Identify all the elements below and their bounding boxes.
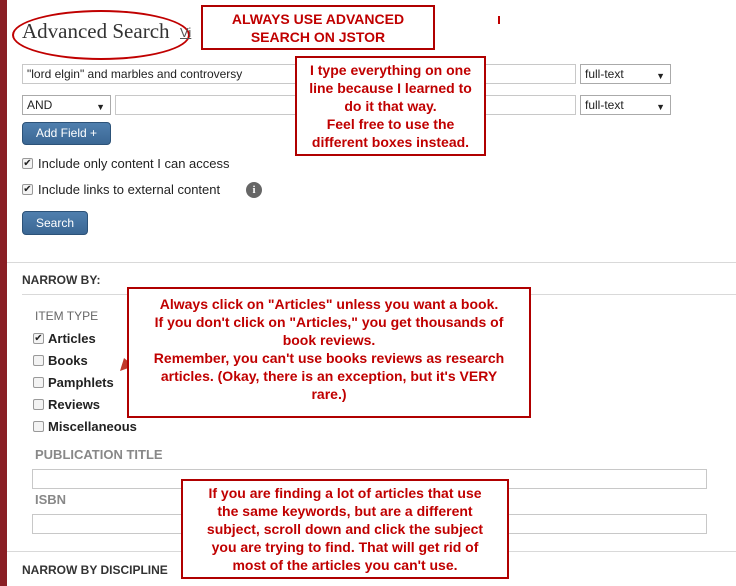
item-type-label-articles: Articles — [48, 331, 96, 346]
item-type-heading: ITEM TYPE — [35, 309, 99, 323]
field-select-1[interactable]: full-text ▼ — [580, 64, 671, 84]
chevron-down-icon: ▼ — [96, 102, 105, 112]
include-external-label: Include links to external content — [38, 182, 221, 197]
note-line: rare.) — [311, 386, 347, 402]
operator-select[interactable]: AND ▼ — [22, 95, 111, 115]
note-line: line because I learned to — [309, 80, 472, 96]
note-keywords: If you are finding a lot of articles tha… — [181, 479, 509, 579]
item-type-checkbox-articles[interactable]: ✔ — [33, 333, 44, 344]
add-field-button[interactable]: Add Field + — [22, 122, 111, 145]
narrow-by-heading: NARROW BY: — [22, 273, 101, 287]
chevron-down-icon: ▼ — [656, 102, 665, 112]
note-one-line: I type everything on one line because I … — [295, 56, 486, 156]
note-line: do it that way. — [344, 98, 437, 114]
note-line: most of the articles you can't use. — [232, 557, 458, 573]
note-line: Feel free to use the — [326, 116, 455, 132]
item-type-checkbox-reviews[interactable] — [33, 399, 44, 410]
include-access-label: Include only content I can access — [38, 156, 230, 171]
publication-title-heading: PUBLICATION TITLE — [35, 447, 163, 462]
item-type-checkbox-pamphlets[interactable] — [33, 377, 44, 388]
note-line: SEARCH ON JSTOR — [250, 29, 386, 45]
note-line: ALWAYS USE ADVANCED — [231, 11, 405, 27]
note-line: articles. (Okay, there is an exception, … — [160, 368, 498, 384]
item-type-label-reviews: Reviews — [48, 397, 101, 412]
include-access-checkbox[interactable]: ✔ — [22, 158, 33, 169]
note-always-use: ALWAYS USE ADVANCED SEARCH ON JSTOR — [201, 5, 435, 50]
note-line: different boxes instead. — [311, 134, 470, 150]
note-articles: Always click on "Articles" unless you wa… — [127, 287, 531, 418]
search-button[interactable]: Search — [22, 211, 88, 235]
left-accent-bar — [0, 0, 7, 586]
item-type-checkbox-miscellaneous[interactable] — [33, 421, 44, 432]
note-line: subject, scroll down and click the subje… — [206, 521, 484, 537]
title-highlight-oval — [12, 10, 190, 60]
item-type-checkbox-books[interactable] — [33, 355, 44, 366]
red-mark — [498, 16, 500, 24]
operator-select-value: AND — [27, 98, 53, 112]
note-line: If you don't click on "Articles," you ge… — [154, 314, 504, 330]
note-line: Always click on "Articles" unless you wa… — [159, 296, 499, 312]
note-line: you are trying to find. That will get ri… — [211, 539, 479, 555]
note-line: If you are finding a lot of articles tha… — [208, 485, 482, 501]
note-line: Remember, you can't use books reviews as… — [153, 350, 505, 366]
item-type-label-books: Books — [48, 353, 88, 368]
isbn-heading: ISBN — [35, 492, 67, 507]
note-line: I type everything on one — [309, 62, 472, 78]
chevron-down-icon: ▼ — [656, 71, 665, 81]
note-line: book reviews. — [282, 332, 376, 348]
field-select-value: full-text — [585, 98, 624, 112]
field-select-2[interactable]: full-text ▼ — [580, 95, 671, 115]
divider — [7, 262, 736, 263]
include-external-checkbox[interactable]: ✔ — [22, 184, 33, 195]
info-icon[interactable]: i — [246, 182, 262, 198]
item-type-label-miscellaneous: Miscellaneous — [48, 419, 137, 434]
note-line: the same keywords, but are a different — [217, 503, 473, 519]
narrow-by-discipline-heading: NARROW BY DISCIPLINE — [22, 563, 168, 577]
item-type-label-pamphlets: Pamphlets — [48, 375, 114, 390]
field-select-value: full-text — [585, 67, 624, 81]
